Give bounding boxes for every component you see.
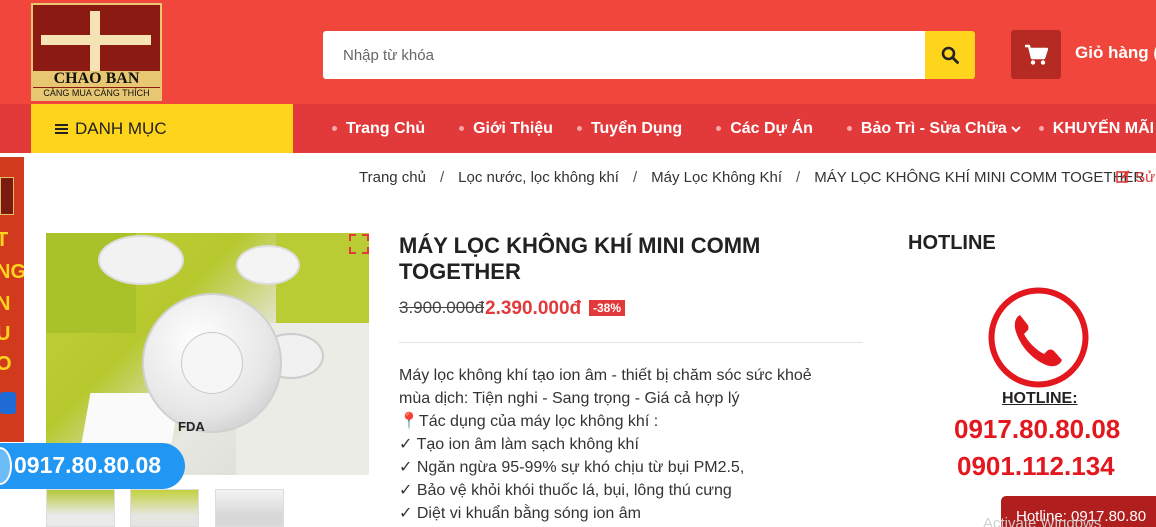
bullet-icon: [332, 126, 337, 131]
nav-item-trang-chu[interactable]: Trang Chủ: [332, 120, 425, 138]
nav-item-gioi-thieu[interactable]: Giới Thiệu: [459, 120, 553, 138]
hotline-number[interactable]: 0917.80.80.08: [954, 414, 1120, 445]
product-thumbnail[interactable]: [215, 489, 284, 527]
search-button[interactable]: [925, 31, 975, 79]
breadcrumb-item[interactable]: Lọc nước, lọc không khí: [458, 169, 619, 186]
description-line: ✓ Tạo ion âm làm sạch không khí: [399, 436, 639, 453]
banner-text: N: [0, 293, 11, 315]
old-price: 3.900.000đ: [399, 298, 485, 317]
phone-icon[interactable]: [988, 287, 1089, 388]
product-main-image[interactable]: FDA: [46, 233, 369, 475]
nav-item-label: KHUYẾN MÃI: [1052, 119, 1155, 137]
banner-logo: [0, 177, 14, 215]
banner-badge: [0, 392, 16, 414]
nav-item-tuyen-dung[interactable]: Tuyển Dụng: [576, 119, 683, 138]
breadcrumb-item[interactable]: Máy Lọc Không Khí: [651, 169, 782, 186]
description-line: ✓ Ngăn ngừa 95-99% sự khó chịu từ bụi PM…: [399, 459, 745, 476]
hotline-label: HOTLINE:: [1002, 390, 1078, 407]
cart-icon: [1025, 44, 1048, 65]
breadcrumb-separator: /: [439, 169, 445, 186]
image-device: [236, 245, 300, 285]
divider: [399, 342, 863, 343]
description-line: ✓ Diệt vi khuẩn bằng sóng ion âm: [399, 505, 641, 522]
category-menu-button[interactable]: DANH MỤC: [31, 104, 293, 153]
activate-windows-watermark: Activate Windows: [983, 515, 1102, 527]
search-input[interactable]: [323, 31, 925, 79]
product-thumbnail[interactable]: [130, 489, 199, 527]
banner-text: O: [0, 353, 12, 375]
breadcrumb-separator: /: [796, 169, 801, 186]
logo-name: CHAO BAN: [33, 71, 160, 87]
nav-item-label: Trang Chủ: [346, 119, 426, 137]
main-nav: Trang Chủ Giới Thiệu Tuyển Dụng Các Dự Á…: [332, 104, 1154, 153]
image-device: [98, 235, 184, 285]
description-line: 📍Tác dụng của máy lọc không khí :: [399, 413, 659, 430]
sale-price: 2.390.000đ: [485, 298, 582, 319]
banner-text: U: [0, 323, 11, 345]
discount-badge: -38%: [589, 300, 626, 316]
expand-icon[interactable]: [349, 234, 369, 254]
banner-text: NG: [0, 261, 24, 283]
breadcrumb-current: MÁY LỌC KHÔNG KHÍ MINI COMM TOGETHER: [814, 169, 1145, 186]
site-logo[interactable]: CHAO BAN CÀNG MUA CÀNG THÍCH: [31, 3, 162, 101]
nav-item-label: Tuyển Dụng: [590, 119, 683, 137]
breadcrumb-item[interactable]: Trang chủ: [359, 169, 426, 186]
description-line: mùa dịch: Tiện nghi - Sang trọng - Giá c…: [399, 390, 740, 407]
edit-link[interactable]: Sửa: [1116, 169, 1156, 186]
nav-item-label: Giới Thiệu: [473, 119, 553, 137]
hotline-number[interactable]: 0901.112.134: [957, 451, 1115, 482]
banner-text: T: [0, 229, 9, 251]
bullet-icon: [846, 126, 852, 131]
image-fda-label: FDA: [178, 419, 205, 434]
breadcrumb: Trang chủ / Lọc nước, lọc không khí / Má…: [359, 169, 1144, 186]
nav-item-khuyen-mai[interactable]: KHUYẾN MÃI: [1038, 119, 1155, 138]
description-line: ✓ Bảo vệ khỏi khói thuốc lá, bụi, lông t…: [399, 482, 732, 499]
floating-phone-number[interactable]: 0917.80.80.08: [14, 452, 161, 479]
breadcrumb-separator: /: [632, 169, 638, 186]
description-line: Máy lọc không khí tạo ion âm - thiết bị …: [399, 367, 812, 384]
search-icon: [941, 46, 959, 64]
side-promo-banner[interactable]: T NG N U O: [0, 157, 24, 442]
edit-icon: [1116, 170, 1130, 183]
nav-item-bao-tri[interactable]: Bảo Trì - Sửa Chữa: [846, 119, 1021, 138]
logo-cross-horizontal: [41, 35, 151, 45]
image-device: [142, 293, 282, 433]
page: CHAO BAN CÀNG MUA CÀNG THÍCH Giỏ hàng ( …: [0, 0, 1156, 527]
edit-label: Sửa: [1135, 169, 1156, 186]
nav-item-label: Các Dự Án: [730, 119, 813, 137]
bullet-icon: [1038, 126, 1044, 131]
product-description: Máy lọc không khí tạo ion âm - thiết bị …: [399, 364, 859, 525]
bullet-icon: [716, 126, 722, 131]
cart-button[interactable]: [1011, 30, 1061, 79]
product-title: MÁY LỌC KHÔNG KHÍ MINI COMM TOGETHER: [399, 233, 761, 284]
hotline-title: HOTLINE: [908, 232, 996, 254]
nav-item-cac-du-an[interactable]: Các Dự Án: [716, 120, 813, 138]
chevron-down-icon: [1011, 125, 1021, 132]
cart-label[interactable]: Giỏ hàng (: [1075, 43, 1156, 63]
menu-bars-icon: [55, 122, 68, 136]
logo-slogan: CÀNG MUA CÀNG THÍCH: [33, 88, 160, 99]
category-menu-label: DANH MỤC: [75, 118, 167, 138]
product-thumbnail[interactable]: [46, 489, 115, 527]
bullet-icon: [459, 126, 465, 131]
nav-item-label: Bảo Trì - Sửa Chữa: [860, 119, 1007, 137]
bullet-icon: [576, 126, 582, 131]
